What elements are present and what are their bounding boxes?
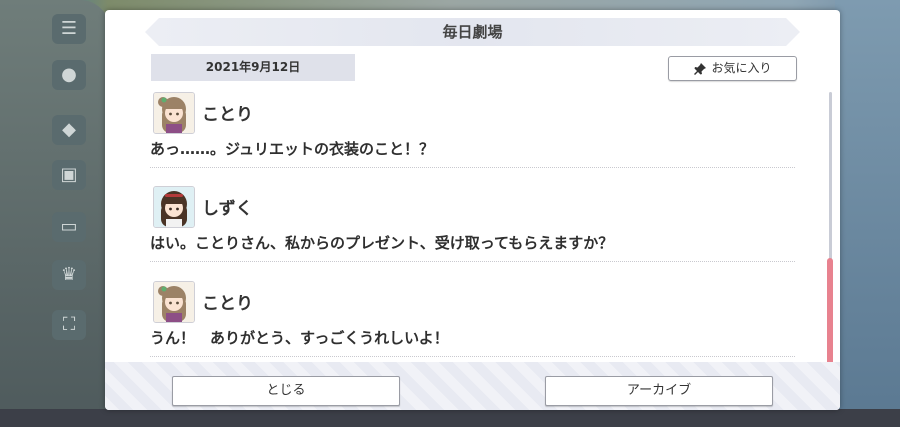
chat-icon[interactable]: ● bbox=[52, 60, 86, 90]
trophy-icon[interactable]: ♛ bbox=[52, 260, 86, 290]
speaker-name: ことり bbox=[202, 294, 253, 314]
bag-icon[interactable]: ◆ bbox=[52, 115, 86, 145]
scrollbar-thumb[interactable] bbox=[827, 258, 833, 366]
gift-icon[interactable]: ▣ bbox=[52, 160, 86, 190]
kotori-avatar bbox=[153, 92, 195, 134]
date-label: 2021年9月12日 bbox=[151, 54, 355, 81]
dialogue-text: うん！ ありがとう、すっごくうれしいよ！ bbox=[150, 327, 795, 357]
pin-icon bbox=[694, 62, 707, 75]
shizuku-avatar bbox=[153, 186, 195, 228]
kotori-avatar bbox=[153, 281, 195, 323]
daily-theater-dialog: 毎日劇場 2021年9月12日 お気に入り ことり あっ……。ジュリエットの衣装… bbox=[105, 10, 840, 410]
speaker-name: しずく bbox=[202, 199, 253, 219]
menu-icon[interactable]: ☰ bbox=[52, 14, 86, 44]
dialog-title: 毎日劇場 bbox=[145, 18, 800, 46]
right-side-panel bbox=[835, 0, 900, 427]
dialogue-text: あっ……。ジュリエットの衣装のこと！？ bbox=[150, 138, 795, 168]
fullscreen-icon[interactable]: ⛶ bbox=[52, 310, 86, 340]
conversation-scroll-area[interactable]: ことり あっ……。ジュリエットの衣装のこと！？ しずく はい。ことりさん、私から… bbox=[150, 90, 795, 370]
screen-icon[interactable]: ▭ bbox=[52, 212, 86, 242]
archive-button[interactable]: アーカイブ bbox=[545, 376, 773, 406]
speaker-name: ことり bbox=[202, 105, 253, 125]
dialogue-text: はい。ことりさん、私からのプレゼント、受け取ってもらえますか？ bbox=[150, 232, 795, 262]
favorite-button[interactable]: お気に入り bbox=[668, 56, 797, 81]
favorite-label: お気に入り bbox=[711, 61, 772, 75]
close-button[interactable]: とじる bbox=[172, 376, 400, 406]
bottom-strip bbox=[0, 409, 900, 427]
